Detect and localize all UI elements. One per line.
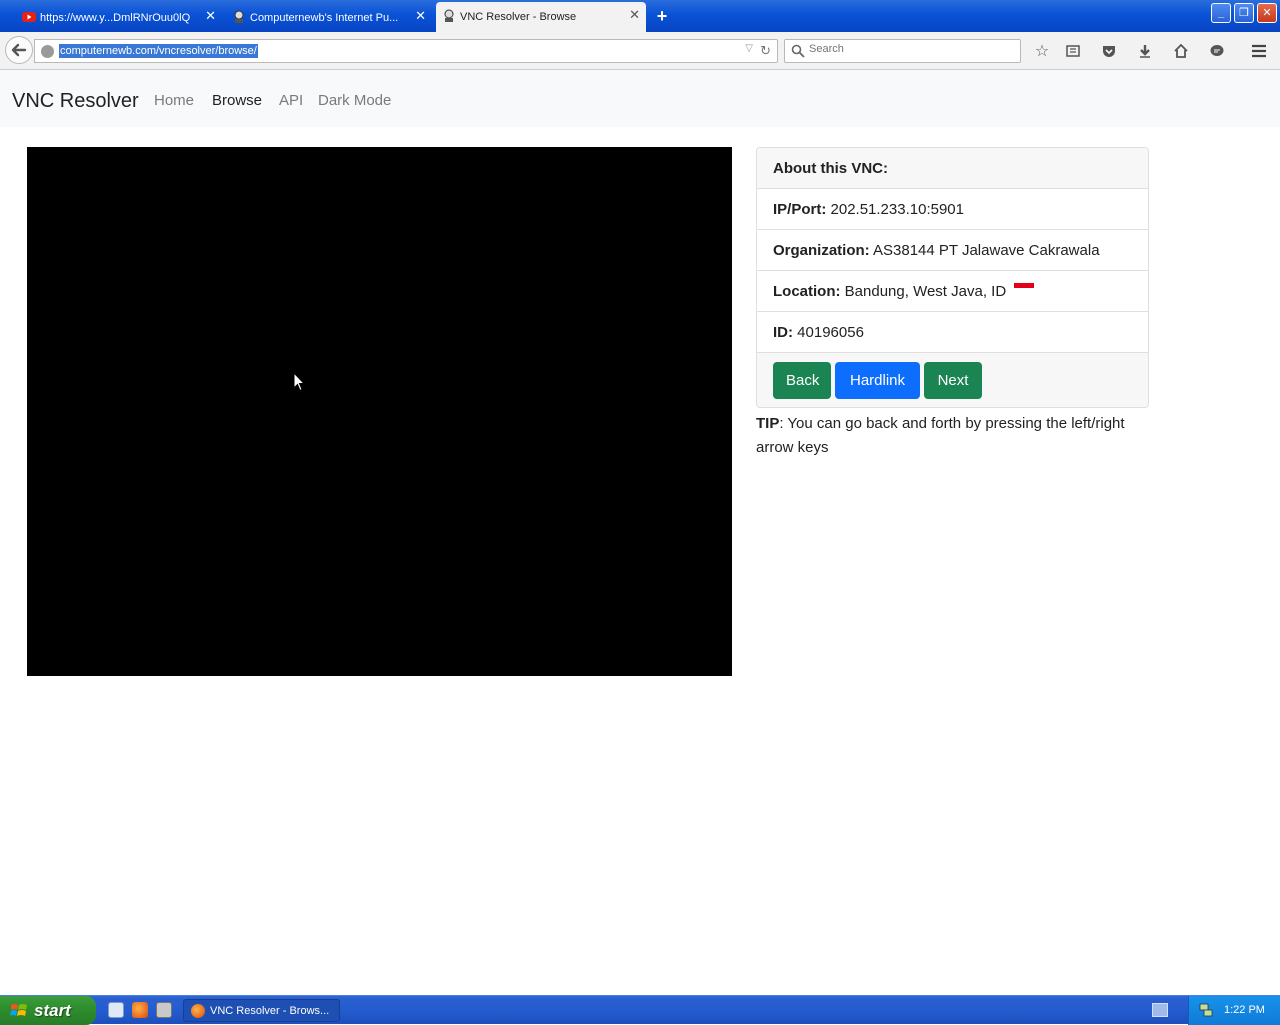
indonesia-flag-icon (1014, 283, 1035, 293)
site-favicon-icon (444, 9, 454, 22)
nav-api[interactable]: API (279, 92, 303, 109)
ip-port-value: 202.51.233.10:5901 (830, 201, 964, 218)
tip-label: TIP (756, 415, 780, 432)
close-tab-icon[interactable]: ✕ (415, 9, 426, 23)
firefox-icon (191, 1004, 205, 1018)
site-info-icon[interactable] (41, 45, 54, 58)
taskbar: start VNC Resolver - Brows... 1:22 PM (0, 995, 1280, 1025)
organization-label: Organization: (773, 242, 870, 259)
youtube-icon (22, 12, 36, 22)
back-button[interactable] (5, 36, 33, 64)
tab-vnc-resolver[interactable]: VNC Resolver - Browse ✕ (436, 2, 646, 32)
tab-computernewb[interactable]: Computernewb's Internet Pu... ✕ (226, 3, 432, 32)
close-window-button[interactable]: ✕ (1257, 3, 1277, 23)
home-icon[interactable] (1171, 41, 1191, 61)
nav-home[interactable]: Home (154, 92, 194, 109)
network-tray-icon[interactable] (1199, 1003, 1213, 1017)
minimize-button[interactable]: _ (1211, 3, 1231, 23)
arrow-left-icon (11, 43, 27, 57)
start-label: start (34, 1000, 71, 1020)
vnc-info-card: About this VNC: IP/Port: 202.51.233.10:5… (756, 147, 1149, 408)
close-tab-icon[interactable]: ✕ (205, 9, 216, 23)
id-row: ID: 40196056 (757, 312, 1148, 353)
bookmark-star-icon[interactable]: ☆ (1032, 41, 1052, 61)
pocket-icon[interactable] (1099, 41, 1119, 61)
back-vnc-button[interactable]: Back (773, 362, 831, 399)
location-label: Location: (773, 283, 841, 300)
menu-icon[interactable] (1249, 41, 1269, 61)
id-value: 40196056 (797, 324, 864, 341)
tab-label: VNC Resolver - Browse (460, 11, 577, 23)
nav-browse[interactable]: Browse (212, 92, 262, 109)
location-row: Location: Bandung, West Java, ID (757, 271, 1148, 312)
dropdown-arrow-icon[interactable]: ▽ (745, 43, 753, 54)
firefox-quicklaunch-icon[interactable] (132, 1002, 148, 1018)
site-navbar: VNC Resolver Home Browse API Dark Mode (0, 70, 1280, 127)
hardlink-button[interactable]: Hardlink (835, 362, 920, 399)
reload-icon[interactable]: ↻ (760, 43, 771, 59)
url-bar[interactable]: computernewb.com/vncresolver/browse/ ▽ ↻ (34, 39, 778, 63)
browser-tab-strip: https://www.y...DmlRNrOuu0lQ ✕ Computern… (0, 0, 1280, 32)
url-text[interactable]: computernewb.com/vncresolver/browse/ (59, 44, 258, 58)
close-tab-icon[interactable]: ✕ (629, 8, 640, 22)
taskbar-firefox-window[interactable]: VNC Resolver - Brows... (183, 999, 340, 1022)
tab-youtube[interactable]: https://www.y...DmlRNrOuu0lQ ✕ (16, 3, 222, 32)
site-brand[interactable]: VNC Resolver (12, 90, 139, 113)
task-label: VNC Resolver - Brows... (210, 1004, 330, 1017)
id-label: ID: (773, 324, 793, 341)
card-header: About this VNC: (757, 148, 1148, 189)
search-icon (791, 44, 805, 58)
ip-port-row: IP/Port: 202.51.233.10:5901 (757, 189, 1148, 230)
next-vnc-button[interactable]: Next (924, 362, 982, 399)
new-tab-button[interactable]: + (652, 6, 672, 26)
keyboard-tray-icon[interactable] (1152, 1003, 1168, 1017)
search-bar[interactable] (784, 39, 1021, 63)
reading-list-icon[interactable] (1063, 41, 1083, 61)
site-favicon-icon (234, 10, 244, 23)
search-input[interactable] (809, 43, 1009, 55)
tab-label: https://www.y...DmlRNrOuu0lQ (40, 11, 191, 24)
browser-toolbar: computernewb.com/vncresolver/browse/ ▽ ↻… (0, 32, 1280, 70)
organization-row: Organization: AS38144 PT Jalawave Cakraw… (757, 230, 1148, 271)
media-quicklaunch-icon[interactable] (156, 1002, 172, 1018)
organization-value: AS38144 PT Jalawave Cakrawala (873, 242, 1100, 259)
show-desktop-icon[interactable] (108, 1002, 124, 1018)
tab-label: Computernewb's Internet Pu... (250, 11, 399, 24)
restore-button[interactable]: ❐ (1234, 3, 1254, 23)
clock: 1:22 PM (1224, 1004, 1265, 1016)
windows-logo-icon (10, 1003, 27, 1016)
chat-icon[interactable] (1207, 41, 1227, 61)
vnc-screenshot (27, 147, 732, 676)
tip-text: TIP: You can go back and forth by pressi… (756, 412, 1156, 460)
ip-port-label: IP/Port: (773, 201, 827, 218)
location-value: Bandung, West Java, ID (844, 283, 1007, 300)
card-footer: Back Hardlink Next (757, 353, 1148, 407)
download-icon[interactable] (1135, 41, 1155, 61)
nav-dark-mode[interactable]: Dark Mode (318, 92, 391, 109)
tip-body: : You can go back and forth by pressing … (756, 415, 1125, 456)
start-button[interactable]: start (0, 996, 96, 1025)
mouse-cursor-icon (293, 372, 305, 392)
